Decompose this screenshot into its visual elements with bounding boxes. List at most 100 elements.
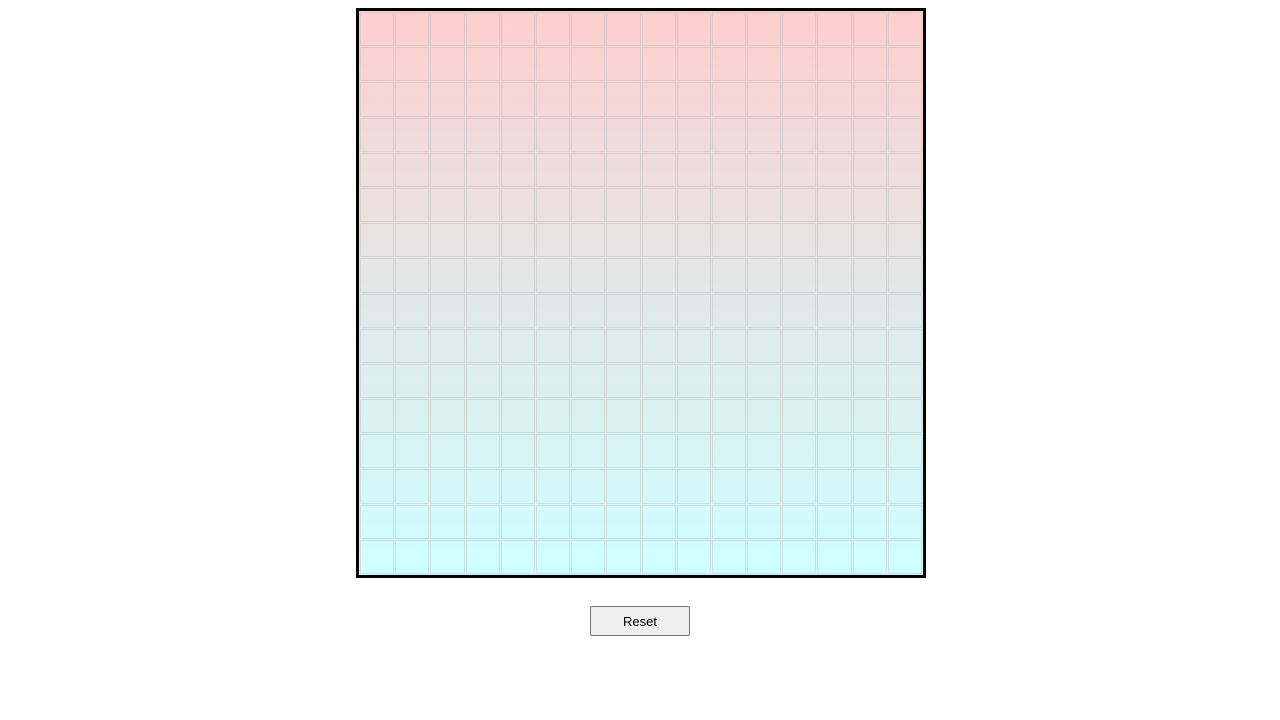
board-cell[interactable]	[852, 117, 887, 152]
board-cell[interactable]	[676, 117, 711, 152]
board-cell[interactable]	[817, 82, 852, 117]
board-cell[interactable]	[535, 469, 571, 504]
board-cell[interactable]	[500, 504, 535, 539]
board-cell[interactable]	[535, 152, 571, 187]
board-cell[interactable]	[641, 469, 676, 504]
board-cell[interactable]	[465, 328, 500, 363]
board-cell[interactable]	[606, 258, 641, 293]
board-cell[interactable]	[395, 223, 430, 258]
board-cell[interactable]	[782, 117, 817, 152]
board-cell[interactable]	[887, 363, 922, 399]
board-cell[interactable]	[676, 258, 711, 293]
board-cell[interactable]	[535, 504, 571, 539]
board-cell[interactable]	[535, 399, 571, 434]
board-cell[interactable]	[887, 187, 922, 223]
board-cell[interactable]	[535, 293, 571, 328]
board-cell[interactable]	[430, 82, 465, 117]
board-cell[interactable]	[395, 82, 430, 117]
board-cell[interactable]	[782, 469, 817, 504]
board-cell[interactable]	[500, 223, 535, 258]
board-cell[interactable]	[852, 12, 887, 47]
board-cell[interactable]	[500, 434, 535, 469]
board-cell[interactable]	[852, 539, 887, 574]
board-cell[interactable]	[852, 504, 887, 539]
board-cell[interactable]	[711, 117, 747, 152]
board-cell[interactable]	[465, 47, 500, 82]
board-cell[interactable]	[571, 399, 606, 434]
board-cell[interactable]	[571, 363, 606, 399]
board-cell[interactable]	[430, 187, 465, 223]
board-cell[interactable]	[535, 328, 571, 363]
board-cell[interactable]	[817, 399, 852, 434]
board-cell[interactable]	[430, 293, 465, 328]
board-cell[interactable]	[711, 82, 747, 117]
board-cell[interactable]	[676, 12, 711, 47]
board-cell[interactable]	[641, 47, 676, 82]
board-cell[interactable]	[571, 328, 606, 363]
board-cell[interactable]	[676, 187, 711, 223]
board-cell[interactable]	[500, 152, 535, 187]
board-cell[interactable]	[606, 363, 641, 399]
board-cell[interactable]	[676, 223, 711, 258]
board-cell[interactable]	[571, 12, 606, 47]
board-cell[interactable]	[465, 82, 500, 117]
board-cell[interactable]	[817, 469, 852, 504]
board-cell[interactable]	[676, 504, 711, 539]
board-cell[interactable]	[360, 293, 395, 328]
board-cell[interactable]	[395, 469, 430, 504]
board-cell[interactable]	[782, 47, 817, 82]
board-cell[interactable]	[817, 293, 852, 328]
board-cell[interactable]	[395, 504, 430, 539]
board-cell[interactable]	[430, 152, 465, 187]
board-cell[interactable]	[606, 187, 641, 223]
board-cell[interactable]	[782, 399, 817, 434]
board-cell[interactable]	[887, 469, 922, 504]
board-cell[interactable]	[571, 117, 606, 152]
board-cell[interactable]	[711, 187, 747, 223]
board-cell[interactable]	[641, 152, 676, 187]
board-cell[interactable]	[465, 223, 500, 258]
board-cell[interactable]	[711, 223, 747, 258]
board-cell[interactable]	[430, 223, 465, 258]
board-cell[interactable]	[360, 187, 395, 223]
board-cell[interactable]	[711, 469, 747, 504]
board-cell[interactable]	[782, 187, 817, 223]
board-cell[interactable]	[395, 363, 430, 399]
board-cell[interactable]	[782, 504, 817, 539]
board-cell[interactable]	[887, 293, 922, 328]
board-cell[interactable]	[606, 328, 641, 363]
board-cell[interactable]	[465, 504, 500, 539]
board-cell[interactable]	[852, 223, 887, 258]
board-cell[interactable]	[535, 12, 571, 47]
board-cell[interactable]	[711, 328, 747, 363]
board-cell[interactable]	[711, 504, 747, 539]
board-cell[interactable]	[817, 223, 852, 258]
board-cell[interactable]	[641, 363, 676, 399]
board-cell[interactable]	[887, 223, 922, 258]
board-cell[interactable]	[887, 504, 922, 539]
board-cell[interactable]	[571, 469, 606, 504]
board-cell[interactable]	[817, 117, 852, 152]
board-cell[interactable]	[887, 399, 922, 434]
board-cell[interactable]	[817, 363, 852, 399]
board-cell[interactable]	[747, 434, 782, 469]
board-cell[interactable]	[500, 539, 535, 574]
board-cell[interactable]	[747, 152, 782, 187]
board-cell[interactable]	[711, 434, 747, 469]
board-cell[interactable]	[852, 469, 887, 504]
board-cell[interactable]	[360, 469, 395, 504]
board-cell[interactable]	[747, 469, 782, 504]
board-cell[interactable]	[395, 434, 430, 469]
board-cell[interactable]	[747, 293, 782, 328]
board-cell[interactable]	[606, 223, 641, 258]
board-cell[interactable]	[606, 504, 641, 539]
board-cell[interactable]	[571, 434, 606, 469]
board-cell[interactable]	[641, 187, 676, 223]
board-cell[interactable]	[606, 434, 641, 469]
board-cell[interactable]	[747, 117, 782, 152]
board-cell[interactable]	[465, 363, 500, 399]
board-cell[interactable]	[395, 12, 430, 47]
board-cell[interactable]	[817, 434, 852, 469]
board-cell[interactable]	[465, 117, 500, 152]
board-cell[interactable]	[395, 47, 430, 82]
